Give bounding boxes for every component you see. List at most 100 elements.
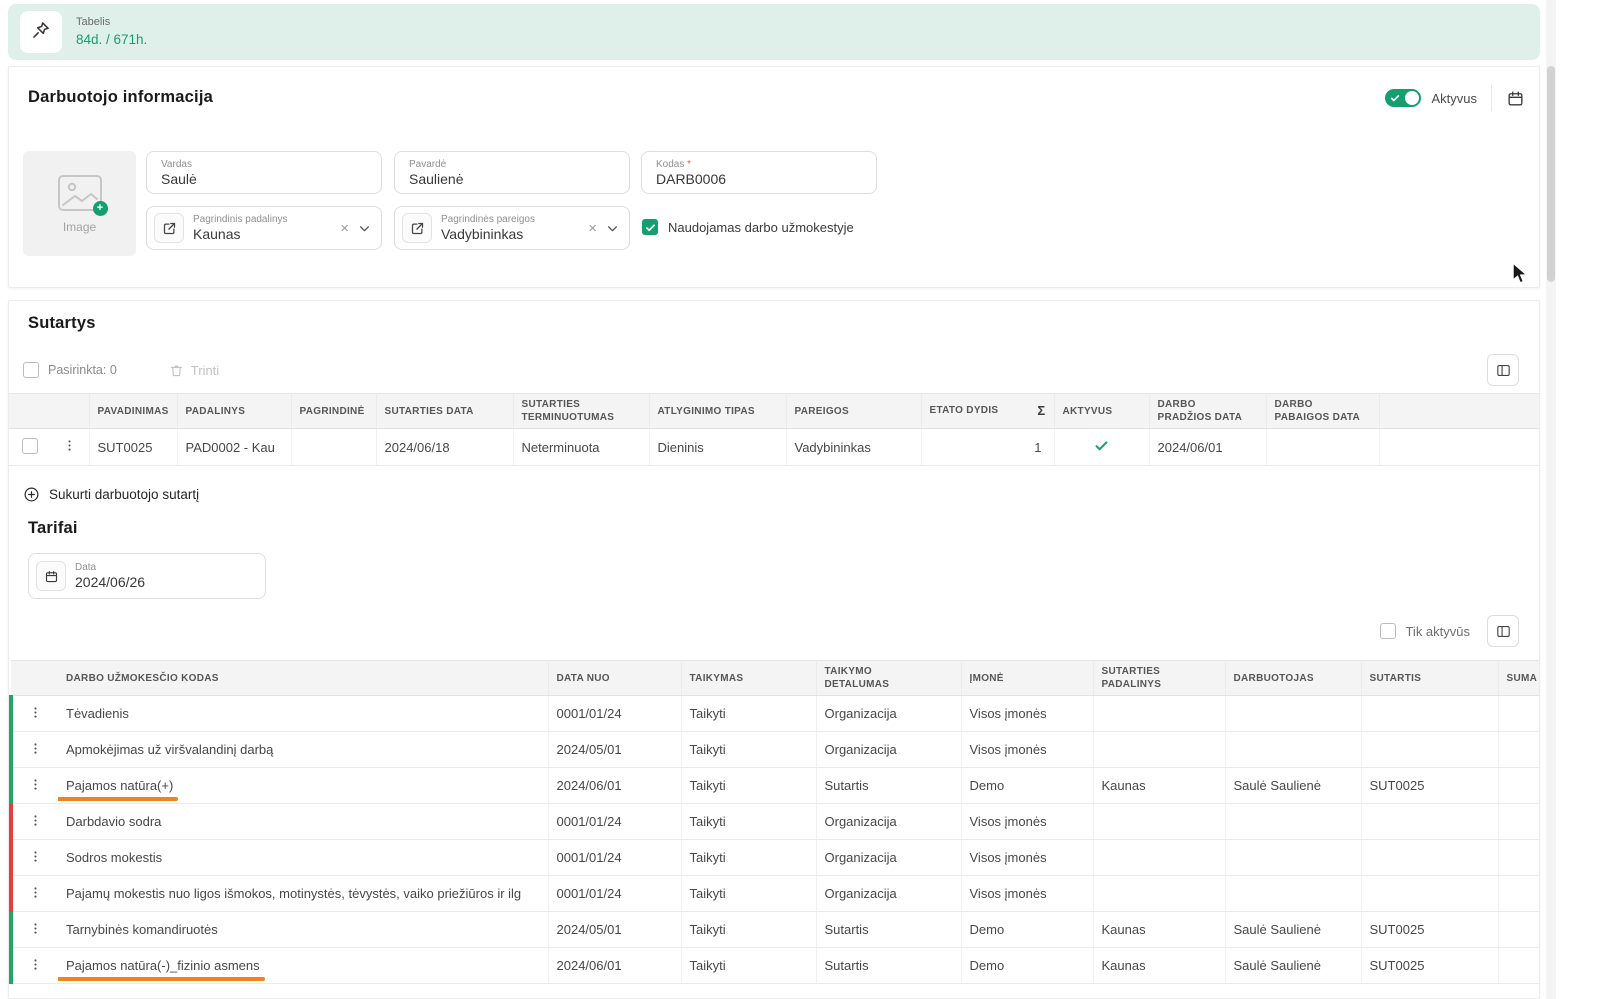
col-atlyginimo-tipas[interactable]: Atlyginimo tipas bbox=[649, 394, 786, 429]
col-pagrindine[interactable]: Pagrindinė bbox=[291, 394, 376, 429]
kebab-menu-icon[interactable] bbox=[28, 885, 43, 900]
tariff-row-menu-cell bbox=[11, 840, 58, 876]
add-photo-badge[interactable]: + bbox=[93, 201, 108, 216]
timesheet-label: Tabelis bbox=[76, 16, 147, 28]
contract-pavadinimas: SUT0025 bbox=[89, 429, 177, 466]
col-pabaigos-data[interactable]: Darbo pabaigos data bbox=[1266, 394, 1379, 429]
kebab-menu-icon[interactable] bbox=[28, 813, 43, 828]
code-label: Kodas * bbox=[656, 159, 726, 170]
tariff-row[interactable]: Tarnybinės komandiruotės 2024/05/01 Taik… bbox=[11, 912, 1540, 948]
tariff-row[interactable]: Sodros mokestis 0001/01/24 Taikyti Organ… bbox=[11, 840, 1540, 876]
tariff-row[interactable]: Tėvadienis 0001/01/24 Taikyti Organizaci… bbox=[11, 696, 1540, 732]
history-calendar-button[interactable] bbox=[1506, 89, 1525, 108]
employee-photo-upload[interactable]: + Image bbox=[23, 151, 136, 256]
code-field[interactable]: Kodas * DARB0006 bbox=[641, 151, 877, 194]
payroll-checkbox[interactable] bbox=[642, 219, 658, 235]
col-imone[interactable]: Įmonė bbox=[961, 661, 1093, 696]
pin-icon bbox=[31, 20, 51, 45]
kebab-menu-icon[interactable] bbox=[28, 705, 43, 720]
clear-icon[interactable]: × bbox=[586, 221, 599, 236]
col-taikymas[interactable]: Taikymas bbox=[681, 661, 816, 696]
contract-pabaigos-data bbox=[1266, 429, 1379, 466]
tariff-suma bbox=[1498, 732, 1540, 768]
tariff-detalumas: Organizacija bbox=[816, 840, 961, 876]
only-active-checkbox[interactable] bbox=[1380, 623, 1396, 639]
first-name-value: Saulė bbox=[161, 171, 197, 187]
open-position-button[interactable] bbox=[402, 213, 432, 243]
contract-row[interactable]: SUT0025 PAD0002 - Kau 2024/06/18 Netermi… bbox=[9, 429, 1539, 466]
col-kodas[interactable]: Darbo užmokesčio kodas bbox=[58, 661, 548, 696]
chevron-down-icon[interactable] bbox=[358, 222, 371, 235]
tariffs-toolbar: Tik aktyvūs bbox=[9, 615, 1539, 647]
col-sutarties-padalinys[interactable]: Sutarties padalinys bbox=[1093, 661, 1225, 696]
select-all-checkbox[interactable] bbox=[23, 362, 39, 378]
col-select bbox=[9, 394, 51, 429]
tariff-row[interactable]: Pajamos natūra(+) 2024/06/01 Taikyti Sut… bbox=[11, 768, 1540, 804]
col-terminuotumas[interactable]: Sutarties terminuotumas bbox=[513, 394, 649, 429]
timesheet-pin-button[interactable] bbox=[20, 11, 62, 53]
tariff-sutarties-padalinys: Kaunas bbox=[1093, 912, 1225, 948]
tariff-row-menu-cell bbox=[11, 912, 58, 948]
contract-row-select-cell bbox=[9, 429, 51, 466]
main-department-select[interactable]: Pagrindinis padalinys Kaunas × bbox=[146, 206, 382, 250]
kebab-menu-icon[interactable] bbox=[28, 849, 43, 864]
tariff-code-cell: Pajamos natūra(+) bbox=[58, 768, 548, 804]
kebab-menu-icon[interactable] bbox=[28, 957, 43, 972]
create-contract-button[interactable]: Sukurti darbuotojo sutartį bbox=[23, 486, 199, 503]
active-toggle[interactable] bbox=[1385, 89, 1421, 107]
col-sutartis[interactable]: Sutartis bbox=[1361, 661, 1498, 696]
vertical-scrollbar[interactable] bbox=[1546, 0, 1556, 999]
col-suma[interactable]: Suma bbox=[1498, 661, 1540, 696]
columns-settings-button[interactable] bbox=[1487, 615, 1519, 647]
sum-icon[interactable]: Σ bbox=[1037, 403, 1045, 420]
col-pradzios-data[interactable]: Darbo pradžios data bbox=[1149, 394, 1266, 429]
tariff-darbuotojas: Saulė Saulienė bbox=[1225, 768, 1361, 804]
kebab-menu-icon[interactable] bbox=[28, 921, 43, 936]
col-row-menu bbox=[11, 661, 58, 696]
kebab-menu-icon[interactable] bbox=[62, 438, 77, 453]
tariff-row[interactable]: Darbdavio sodra 0001/01/24 Taikyti Organ… bbox=[11, 804, 1540, 840]
tariff-taikymas: Taikyti bbox=[681, 804, 816, 840]
col-pavadinimas[interactable]: Pavadinimas bbox=[89, 394, 177, 429]
tariff-row[interactable]: Pajamos natūra(-)_fizinio asmens 2024/06… bbox=[11, 948, 1540, 984]
tariffs-header-row: Darbo užmokesčio kodas Data nuo Taikymas… bbox=[11, 661, 1540, 696]
col-data-nuo[interactable]: Data nuo bbox=[548, 661, 681, 696]
row-checkbox[interactable] bbox=[22, 438, 38, 454]
last-name-field[interactable]: Pavardė Saulienė bbox=[394, 151, 630, 194]
contract-aktyvus bbox=[1054, 429, 1149, 466]
clear-icon[interactable]: × bbox=[338, 221, 351, 236]
main-position-select[interactable]: Pagrindinės pareigos Vadybininkas × bbox=[394, 206, 630, 250]
open-department-button[interactable] bbox=[154, 213, 184, 243]
kebab-menu-icon[interactable] bbox=[28, 777, 43, 792]
tariffs-date-field[interactable]: Data 2024/06/26 bbox=[28, 553, 266, 599]
tariff-row[interactable]: Pajamų mokestis nuo ligos išmokos, motin… bbox=[11, 876, 1540, 912]
code-value: DARB0006 bbox=[656, 171, 726, 187]
chevron-down-icon[interactable] bbox=[606, 222, 619, 235]
first-name-field[interactable]: Vardas Saulė bbox=[146, 151, 382, 194]
delete-button[interactable]: Trinti bbox=[169, 363, 219, 378]
tariff-data-nuo: 0001/01/24 bbox=[548, 804, 681, 840]
scrollbar-thumb[interactable] bbox=[1547, 66, 1555, 282]
col-etato-dydis[interactable]: Etato dydisΣ bbox=[921, 394, 1054, 429]
tariff-row[interactable]: Apmokėjimas už viršvalandinį darbą 2024/… bbox=[11, 732, 1540, 768]
col-pareigos[interactable]: Pareigos bbox=[786, 394, 921, 429]
col-aktyvus[interactable]: Aktyvus bbox=[1054, 394, 1149, 429]
contract-pareigos: Vadybininkas bbox=[786, 429, 921, 466]
tariff-sutarties-padalinys: Kaunas bbox=[1093, 948, 1225, 984]
tariff-sutarties-padalinys bbox=[1093, 732, 1225, 768]
kebab-menu-icon[interactable] bbox=[28, 741, 43, 756]
col-darbuotojas[interactable]: Darbuotojas bbox=[1225, 661, 1361, 696]
tariff-data-nuo: 2024/06/01 bbox=[548, 948, 681, 984]
tariff-code: Apmokėjimas už viršvalandinį darbą bbox=[66, 742, 273, 757]
col-detalumas[interactable]: Taikymo detalumas bbox=[816, 661, 961, 696]
tariff-suma bbox=[1498, 912, 1540, 948]
calendar-icon bbox=[36, 561, 66, 591]
tariff-sutartis: SUT0025 bbox=[1361, 768, 1498, 804]
payroll-usage-row: Naudojamas darbo užmokestyje bbox=[642, 219, 854, 235]
tariff-data-nuo: 0001/01/24 bbox=[548, 840, 681, 876]
tariff-data-nuo: 0001/01/24 bbox=[548, 696, 681, 732]
col-padalinys[interactable]: Padalinys bbox=[177, 394, 291, 429]
columns-settings-button[interactable] bbox=[1487, 354, 1519, 386]
contract-padalinys: PAD0002 - Kau bbox=[177, 429, 291, 466]
col-sutarties-data[interactable]: Sutarties data bbox=[376, 394, 513, 429]
